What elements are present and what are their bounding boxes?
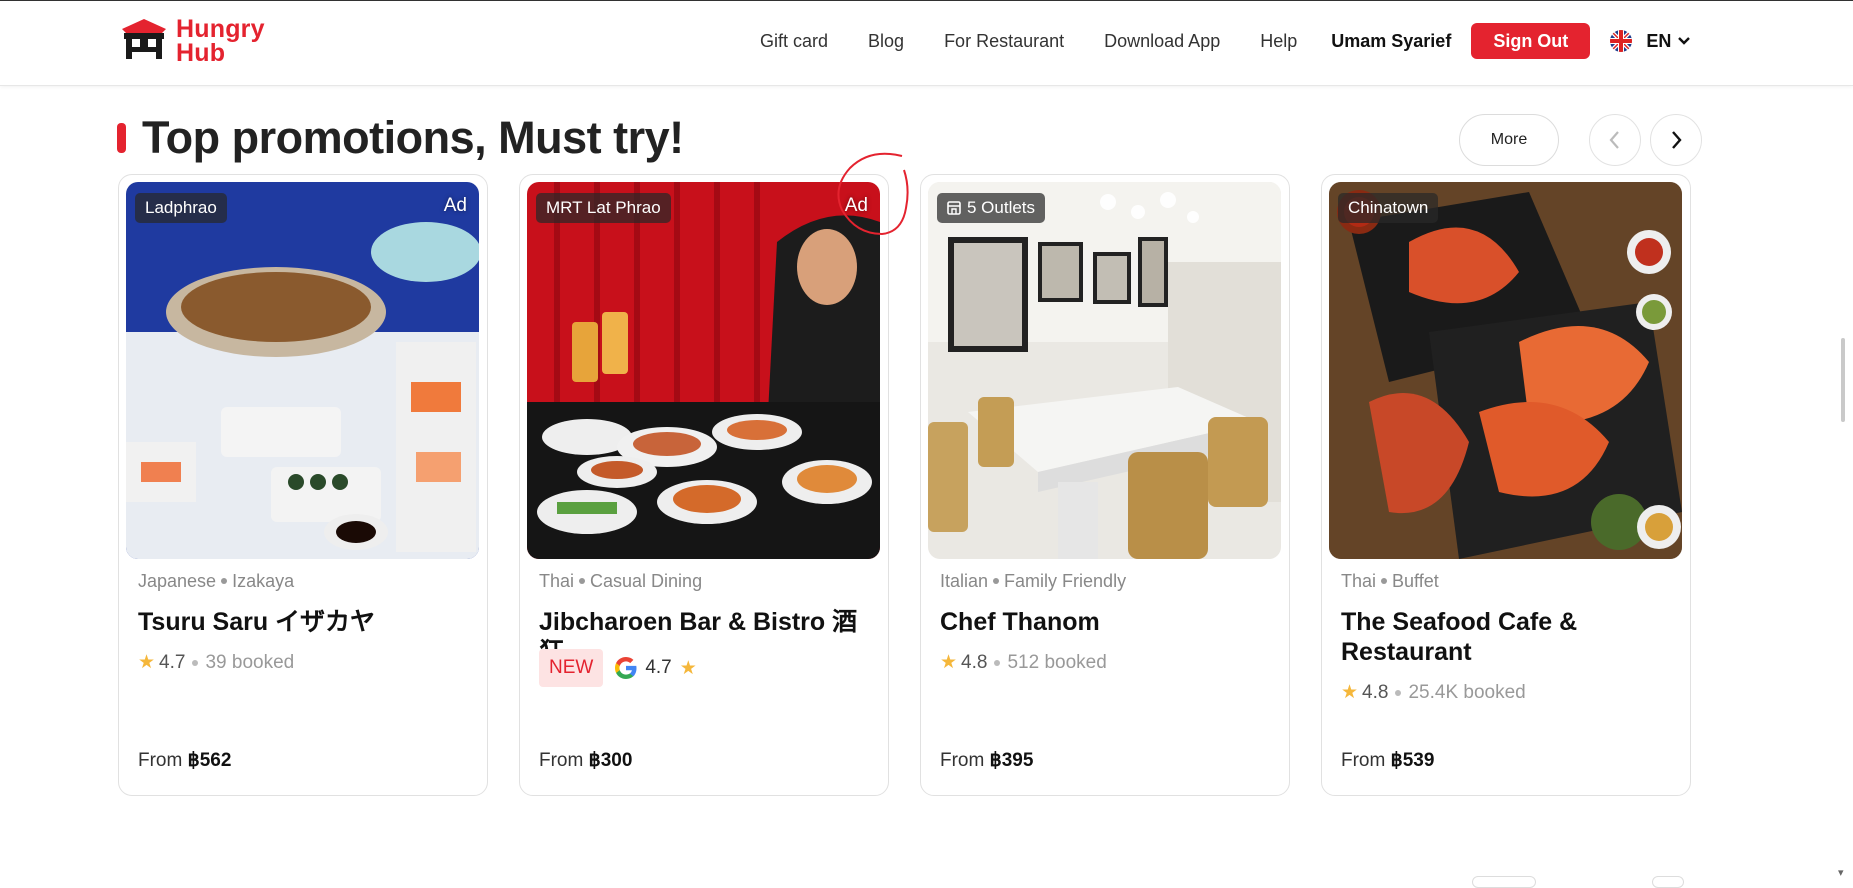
logo-text: Hungry Hub (176, 15, 265, 67)
nav-help[interactable]: Help (1260, 31, 1297, 52)
section-heading: Top promotions, Must try! (117, 112, 684, 164)
restaurant-card[interactable]: Chinatown Thai Buffet The Seafood Cafe & … (1321, 174, 1691, 796)
nav-blog[interactable]: Blog (868, 31, 904, 52)
location-badge: MRT Lat Phrao (536, 193, 671, 223)
ad-label: Ad (844, 195, 868, 216)
more-button[interactable]: More (1459, 114, 1559, 166)
rating-row: ★ 4.8 512 booked (940, 651, 1107, 674)
restaurant-name[interactable]: Chef Thanom (940, 607, 1275, 637)
booked-count: 39 booked (205, 651, 295, 673)
carousel-next-button[interactable] (1650, 114, 1702, 166)
language-code: EN (1646, 30, 1672, 51)
google-icon (615, 657, 637, 679)
new-badge: NEW (539, 649, 604, 687)
price: From ฿562 (138, 750, 232, 771)
sign-out-button[interactable]: Sign Out (1471, 23, 1591, 59)
location-badge: Ladphrao (135, 193, 227, 223)
main-nav: Gift card Blog For Restaurant Download A… (760, 23, 1691, 59)
rating-row: ★ 4.7 39 booked (138, 651, 294, 674)
price: From ฿300 (539, 750, 633, 771)
rating-row: NEW 4.7 ★ (539, 649, 701, 687)
table-logo-icon (122, 19, 166, 59)
booked-count: 512 booked (1007, 651, 1107, 673)
scroll-down-arrow-icon[interactable]: ▾ (1838, 866, 1844, 879)
cuisine-tags: Japanese Izakaya (138, 571, 295, 591)
star-icon: ★ (138, 652, 156, 673)
store-icon (947, 201, 961, 215)
rating-row: ★ 4.8 25.4K booked (1341, 681, 1526, 704)
restaurant-photo[interactable]: MRT Lat Phrao Ad (527, 182, 880, 559)
restaurant-name[interactable]: Tsuru Saru イザカヤ (138, 607, 473, 637)
carousel-prev-button[interactable] (1589, 114, 1641, 166)
ad-label: Ad (443, 195, 467, 216)
restaurant-name[interactable]: The Seafood Cafe & Restaurant (1341, 607, 1676, 667)
cuisine-tags: Thai Casual Dining (539, 571, 703, 591)
rating-value: 4.8 (961, 651, 988, 673)
page-scrollbar-thumb[interactable] (1841, 338, 1845, 422)
language-selector[interactable]: EN (1610, 30, 1691, 52)
nav-gift-card[interactable]: Gift card (760, 31, 828, 52)
cuisine-tags: Thai Buffet (1341, 571, 1439, 591)
booked-count: 25.4K booked (1408, 681, 1526, 703)
chevron-right-icon (1672, 131, 1682, 149)
restaurant-card[interactable]: MRT Lat Phrao Ad Thai Casual Dining Jibch… (519, 174, 889, 796)
restaurant-photo[interactable]: Chinatown (1329, 182, 1682, 559)
next-section-arrow (1652, 876, 1684, 888)
uk-flag-icon (1610, 30, 1633, 52)
site-header: Hungry Hub Gift card Blog For Restaurant… (0, 1, 1853, 86)
restaurant-card[interactable]: 5 Outlets Italian Family Friendly Chef Th… (920, 174, 1290, 796)
outlets-badge: 5 Outlets (937, 193, 1046, 223)
restaurant-photo[interactable]: Ladphrao Ad (126, 182, 479, 559)
star-icon: ★ (1341, 682, 1359, 703)
section-accent-bar (117, 123, 126, 153)
section-title: Top promotions, Must try! (142, 112, 684, 163)
nav-download-app[interactable]: Download App (1104, 31, 1220, 52)
location-badge: Chinatown (1338, 193, 1439, 223)
restaurant-card[interactable]: Ladphrao Ad Japanese Izakaya Tsuru Saru イ… (118, 174, 488, 796)
star-icon: ★ (940, 652, 958, 673)
hungry-hub-logo[interactable]: Hungry Hub (118, 17, 288, 67)
star-icon: ★ (679, 657, 697, 679)
chevron-down-icon (1678, 37, 1691, 45)
nav-for-restaurant[interactable]: For Restaurant (944, 31, 1064, 52)
rating-value: 4.8 (1362, 681, 1389, 703)
user-name-link[interactable]: Umam Syarief (1331, 31, 1451, 52)
price: From ฿395 (940, 750, 1034, 771)
next-section-button (1472, 876, 1536, 888)
rating-value: 4.7 (159, 651, 186, 673)
cuisine-tags: Italian Family Friendly (940, 571, 1127, 591)
price: From ฿539 (1341, 750, 1435, 771)
restaurant-photo[interactable]: 5 Outlets (928, 182, 1281, 559)
chevron-left-icon (1609, 131, 1619, 149)
rating-value: 4.7 (645, 657, 672, 678)
